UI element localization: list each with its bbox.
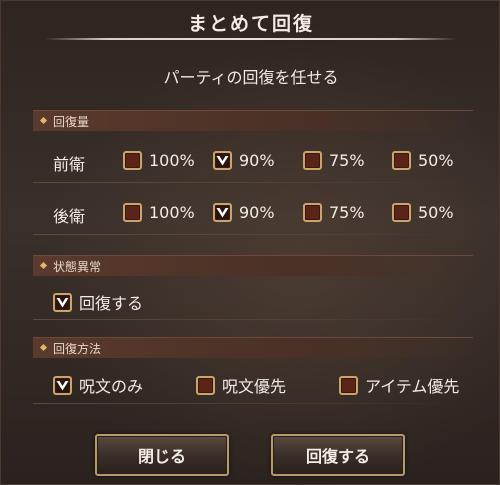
section-header-recovery-amount: 回復量 — [33, 110, 473, 131]
row-divider — [33, 182, 473, 183]
option-label: 100% — [149, 151, 195, 170]
option-item-priority[interactable]: アイテム優先 — [339, 373, 459, 397]
option-front-100[interactable]: 100% — [123, 151, 195, 170]
checkbox-icon[interactable] — [196, 375, 215, 395]
option-back-75[interactable]: 75% — [303, 203, 365, 222]
option-label: 75% — [329, 203, 365, 222]
checkmark-icon — [216, 208, 229, 218]
option-label: アイテム優先 — [365, 377, 460, 396]
option-back-90[interactable]: 90% — [213, 203, 275, 222]
title-divider — [45, 38, 457, 40]
option-status-recover[interactable]: 回復する — [53, 290, 143, 314]
diamond-bullet-icon — [39, 116, 48, 125]
recover-button[interactable]: 回復する — [271, 434, 405, 476]
checkmark-icon — [56, 297, 69, 307]
checkbox-icon[interactable] — [303, 203, 322, 222]
dialog-title: まとめて回復 — [187, 13, 314, 35]
checkbox-icon[interactable] — [392, 203, 411, 222]
section-label: 回復量 — [53, 115, 90, 129]
option-back-100[interactable]: 100% — [123, 203, 195, 222]
close-button[interactable]: 閉じる — [95, 434, 229, 476]
checkmark-icon — [56, 380, 69, 390]
row-divider — [33, 403, 473, 404]
option-label: 呪文のみ — [79, 377, 144, 396]
option-front-75[interactable]: 75% — [303, 151, 365, 170]
option-front-90[interactable]: 90% — [213, 151, 275, 170]
option-label: 90% — [239, 151, 275, 170]
row-divider — [33, 234, 473, 235]
option-label: 90% — [239, 203, 275, 222]
section-header-status-ailment: 状態異常 — [33, 255, 473, 276]
diamond-bullet-icon — [39, 343, 48, 352]
option-label: 50% — [418, 203, 454, 222]
dialog-subtitle: パーティの回復を任せる — [163, 68, 339, 87]
option-label: 100% — [149, 203, 195, 222]
row-divider — [33, 319, 473, 320]
option-label: 75% — [329, 151, 365, 170]
row-label-front: 前衛 — [53, 155, 86, 174]
option-back-50[interactable]: 50% — [392, 203, 454, 222]
option-front-50[interactable]: 50% — [392, 151, 454, 170]
section-label: 回復方法 — [53, 342, 102, 356]
checkbox-icon[interactable] — [392, 151, 411, 170]
checkbox-icon[interactable] — [303, 151, 322, 170]
row-label-back: 後衛 — [53, 207, 86, 226]
checkbox-icon[interactable] — [123, 151, 142, 170]
section-label: 状態異常 — [53, 260, 102, 274]
checkbox-icon[interactable] — [213, 151, 232, 170]
checkbox-icon[interactable] — [53, 292, 72, 312]
option-label: 回復する — [79, 294, 144, 313]
checkmark-icon — [216, 156, 229, 166]
checkbox-icon[interactable] — [213, 203, 232, 222]
option-spell-priority[interactable]: 呪文優先 — [196, 373, 286, 397]
recovery-dialog: まとめて回復 パーティの回復を任せる 回復量 前衛 100% 90% 75% 5… — [0, 0, 500, 485]
option-label: 呪文優先 — [222, 377, 287, 396]
checkbox-icon[interactable] — [53, 375, 72, 395]
option-spell-only[interactable]: 呪文のみ — [53, 373, 143, 397]
diamond-bullet-icon — [39, 261, 48, 270]
section-header-recovery-method: 回復方法 — [33, 337, 473, 358]
option-label: 50% — [418, 151, 454, 170]
checkbox-icon[interactable] — [339, 375, 358, 395]
checkbox-icon[interactable] — [123, 203, 142, 222]
